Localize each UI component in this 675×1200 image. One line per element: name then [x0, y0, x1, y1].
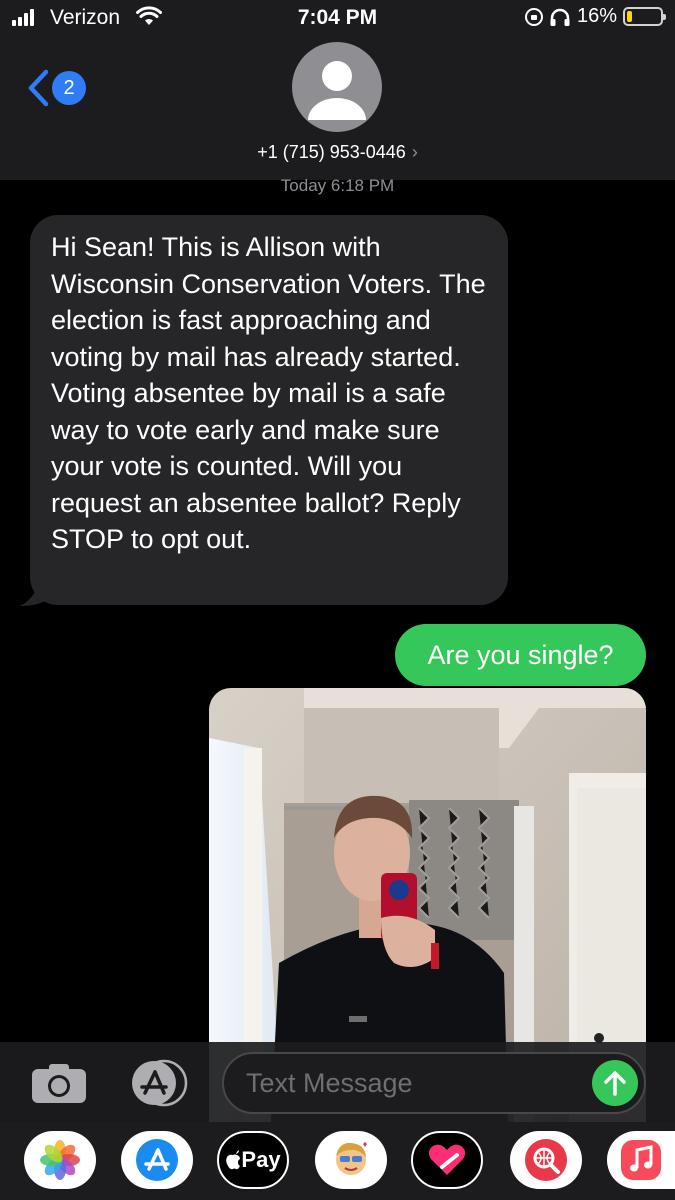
input-bar	[0, 1042, 675, 1122]
back-button[interactable]: 2	[26, 68, 86, 108]
digital-touch-icon	[428, 1144, 466, 1175]
imessage-app-drawer: Pay	[0, 1122, 675, 1200]
app-store-icon	[136, 1139, 178, 1181]
battery-icon	[623, 7, 666, 26]
timestamp-time: 6:18 PM	[330, 176, 395, 195]
digital-touch-button[interactable]	[411, 1131, 483, 1189]
apple-pay-button[interactable]: Pay	[217, 1131, 289, 1189]
person-icon	[308, 61, 366, 120]
incoming-message-bubble[interactable]: Hi Sean! This is Allison with Wisconsin …	[30, 215, 508, 605]
app-store-button[interactable]	[121, 1131, 193, 1189]
status-right-group: 16%	[524, 5, 666, 28]
memoji-icon	[336, 1142, 367, 1175]
memoji-button[interactable]	[315, 1131, 387, 1189]
send-button[interactable]	[592, 1060, 638, 1106]
battery-percent: 16%	[576, 5, 617, 27]
photos-icon	[40, 1140, 80, 1180]
unread-count-badge: 2	[52, 71, 86, 105]
arrow-up-icon	[604, 1071, 626, 1096]
headphones-icon	[550, 8, 570, 26]
orientation-lock-icon	[524, 7, 543, 26]
message-input-field[interactable]	[222, 1052, 646, 1114]
chevron-right-icon: ›	[411, 142, 418, 162]
battery-level	[627, 11, 633, 22]
app-store-apps-icon[interactable]	[126, 1059, 190, 1107]
web-search-icon	[525, 1139, 567, 1181]
music-button[interactable]	[607, 1131, 675, 1189]
music-icon	[621, 1140, 661, 1180]
outgoing-message-bubble[interactable]: Are you single?	[395, 624, 646, 686]
photos-app-button[interactable]	[24, 1131, 96, 1189]
message-timestamp: Today 6:18 PM	[0, 176, 675, 196]
camera-icon[interactable]	[31, 1062, 87, 1104]
apple-logo-icon	[226, 1150, 241, 1170]
conversation-header: 2 +1 (715) 953-0446 ›	[0, 38, 675, 180]
message-input[interactable]	[246, 1054, 586, 1112]
timestamp-day: Today	[280, 176, 327, 195]
chevron-left-icon	[28, 69, 49, 107]
web-search-button[interactable]	[510, 1131, 582, 1189]
contact-avatar[interactable]	[292, 42, 382, 132]
status-bar: Verizon 7:04 PM 16%	[0, 0, 675, 38]
contact-number-text: +1 (715) 953-0446	[257, 142, 406, 162]
apple-pay-label: Pay	[241, 1147, 281, 1172]
contact-number[interactable]: +1 (715) 953-0446 ›	[0, 142, 675, 163]
